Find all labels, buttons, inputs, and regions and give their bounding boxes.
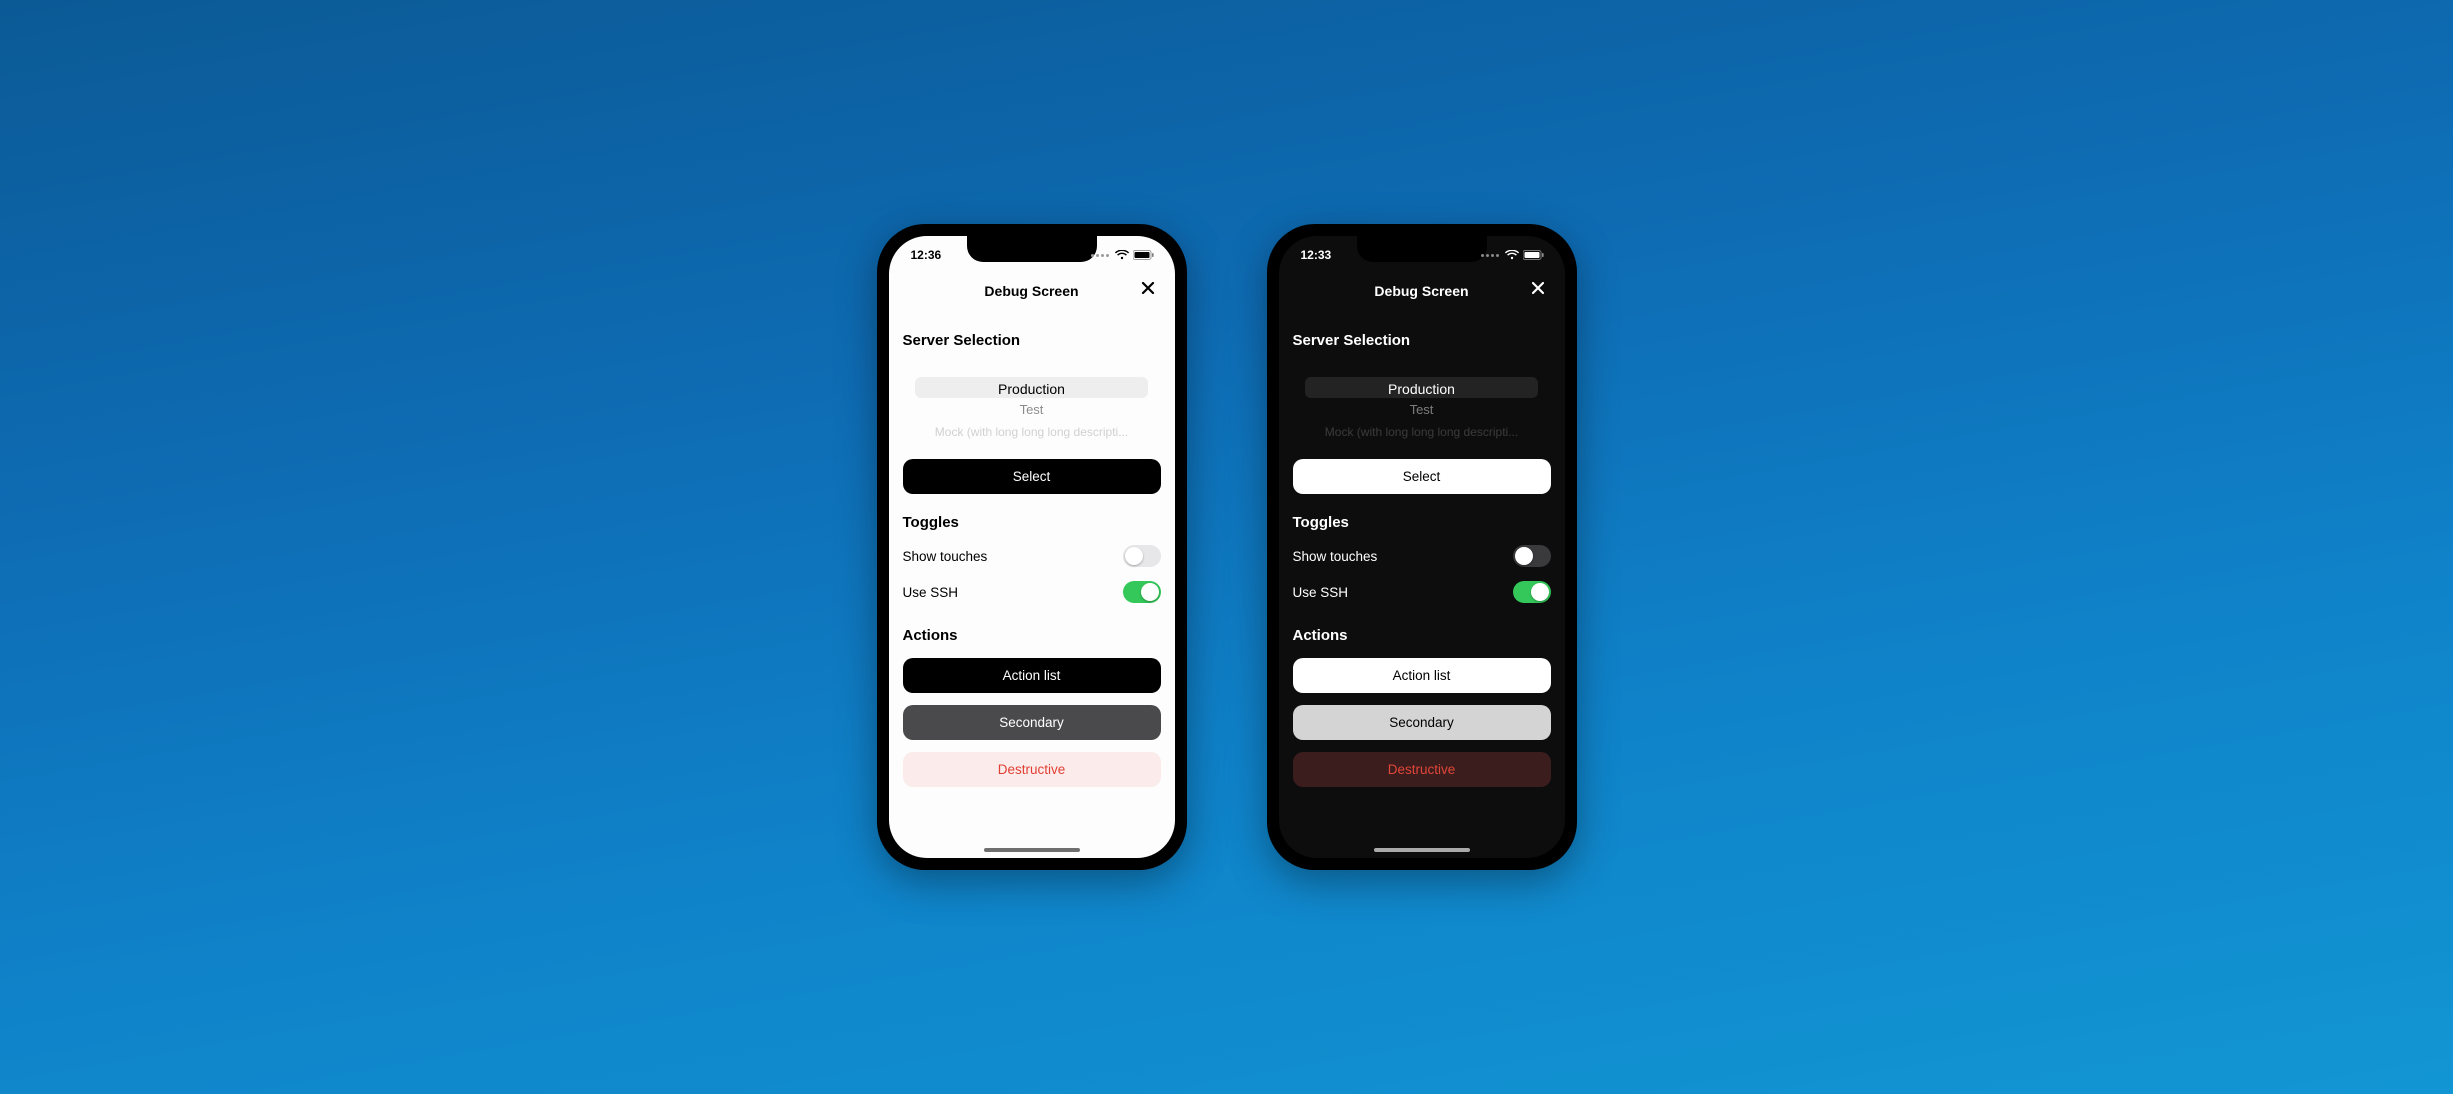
destructive-button[interactable]: Destructive (1293, 752, 1551, 787)
toggle-label: Use SSH (1293, 585, 1349, 600)
device-light-mode: 12:36 Debug Screen Server Selec (877, 224, 1187, 870)
nav-title: Debug Screen (1374, 283, 1468, 299)
close-icon (1530, 280, 1546, 299)
screen: 12:33 Debug Screen Server Selection (1279, 236, 1565, 858)
server-selection-title: Server Selection (1293, 332, 1551, 349)
switch-knob (1141, 583, 1159, 601)
secondary-button[interactable]: Secondary (903, 705, 1161, 740)
screen: 12:36 Debug Screen Server Selec (889, 236, 1175, 858)
picker-option[interactable]: Mock (with long long long descripti... (915, 420, 1147, 441)
picker-option[interactable]: Mock (with long long long descripti... (1305, 420, 1537, 441)
home-indicator[interactable] (984, 848, 1080, 852)
select-button[interactable]: Select (1293, 459, 1551, 494)
wifi-icon (1505, 250, 1519, 260)
toggle-row-show-touches: Show touches (1293, 541, 1551, 571)
status-icons (1481, 250, 1545, 260)
cellular-icon (1091, 254, 1109, 257)
nav-bar: Debug Screen (1279, 274, 1565, 308)
nav-bar: Debug Screen (889, 274, 1175, 308)
show-touches-switch[interactable] (1513, 545, 1551, 567)
picker-option-selected[interactable]: Production (915, 377, 1147, 398)
server-selection-title: Server Selection (903, 332, 1161, 349)
toggles-title: Toggles (903, 514, 1161, 531)
switch-knob (1531, 583, 1549, 601)
wifi-icon (1115, 250, 1129, 260)
status-time: 12:33 (1301, 248, 1332, 262)
toggles-title: Toggles (1293, 514, 1551, 531)
content: Server Selection Production Test Mock (w… (1279, 308, 1565, 847)
select-button[interactable]: Select (903, 459, 1161, 494)
picker-option[interactable]: Test (1305, 398, 1537, 419)
switch-knob (1125, 547, 1143, 565)
status-time: 12:36 (911, 248, 942, 262)
picker-option[interactable]: Test (915, 398, 1147, 419)
content: Server Selection Production Test Mock (w… (889, 308, 1175, 847)
close-button[interactable] (1137, 278, 1159, 300)
use-ssh-switch[interactable] (1123, 581, 1161, 603)
toggle-row-use-ssh: Use SSH (1293, 577, 1551, 607)
secondary-button[interactable]: Secondary (1293, 705, 1551, 740)
close-icon (1140, 280, 1156, 299)
actions-title: Actions (1293, 627, 1551, 644)
action-list-button[interactable]: Action list (1293, 658, 1551, 693)
device-dark-mode: 12:33 Debug Screen Server Selection (1267, 224, 1577, 870)
toggle-label: Show touches (903, 549, 988, 564)
action-list-button[interactable]: Action list (903, 658, 1161, 693)
status-bar: 12:36 (889, 236, 1175, 274)
close-button[interactable] (1527, 278, 1549, 300)
toggle-label: Use SSH (903, 585, 959, 600)
status-icons (1091, 250, 1155, 260)
server-picker[interactable]: Production Test Mock (with long long lon… (903, 377, 1161, 441)
toggle-label: Show touches (1293, 549, 1378, 564)
switch-knob (1515, 547, 1533, 565)
battery-icon (1523, 250, 1545, 260)
server-picker[interactable]: Production Test Mock (with long long lon… (1293, 377, 1551, 441)
show-touches-switch[interactable] (1123, 545, 1161, 567)
status-bar: 12:33 (1279, 236, 1565, 274)
destructive-button[interactable]: Destructive (903, 752, 1161, 787)
cellular-icon (1481, 254, 1499, 257)
actions-title: Actions (903, 627, 1161, 644)
toggle-row-use-ssh: Use SSH (903, 577, 1161, 607)
picker-option-selected[interactable]: Production (1305, 377, 1537, 398)
nav-title: Debug Screen (984, 283, 1078, 299)
battery-icon (1133, 250, 1155, 260)
toggle-row-show-touches: Show touches (903, 541, 1161, 571)
use-ssh-switch[interactable] (1513, 581, 1551, 603)
home-indicator[interactable] (1374, 848, 1470, 852)
